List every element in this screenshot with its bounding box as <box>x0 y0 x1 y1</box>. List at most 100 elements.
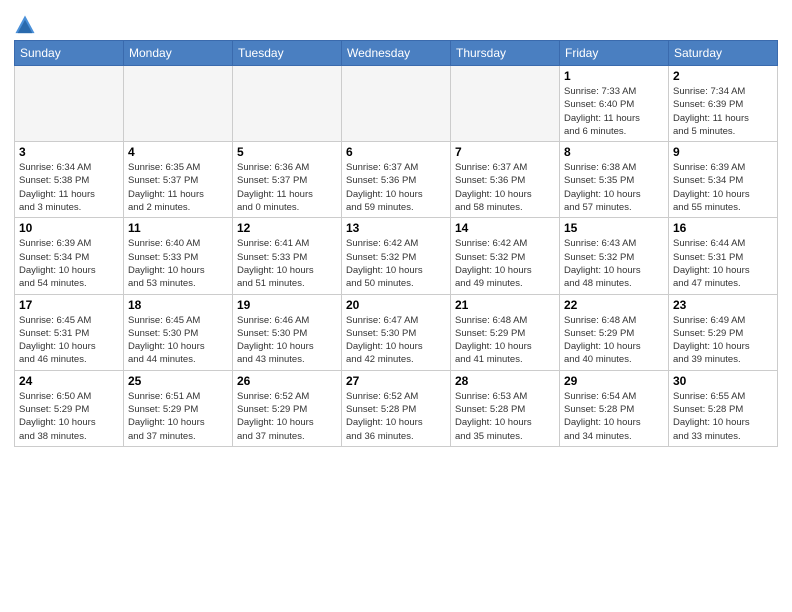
calendar-cell: 20 Sunrise: 6:47 AMSunset: 5:30 PMDayligh… <box>342 294 451 370</box>
day-info: Sunrise: 6:41 AMSunset: 5:33 PMDaylight:… <box>237 237 337 290</box>
calendar-cell: 30 Sunrise: 6:55 AMSunset: 5:28 PMDayligh… <box>669 370 778 446</box>
day-number: 6 <box>346 145 446 159</box>
day-number: 26 <box>237 374 337 388</box>
day-number: 8 <box>564 145 664 159</box>
day-info: Sunrise: 6:37 AMSunset: 5:36 PMDaylight:… <box>455 161 555 214</box>
week-row-2: 3 Sunrise: 6:34 AMSunset: 5:38 PMDaylight… <box>15 142 778 218</box>
calendar-cell: 23 Sunrise: 6:49 AMSunset: 5:29 PMDayligh… <box>669 294 778 370</box>
day-number: 15 <box>564 221 664 235</box>
day-info: Sunrise: 6:43 AMSunset: 5:32 PMDaylight:… <box>564 237 664 290</box>
day-info: Sunrise: 6:44 AMSunset: 5:31 PMDaylight:… <box>673 237 773 290</box>
day-number: 11 <box>128 221 228 235</box>
calendar-cell: 5 Sunrise: 6:36 AMSunset: 5:37 PMDaylight… <box>233 142 342 218</box>
day-info: Sunrise: 6:38 AMSunset: 5:35 PMDaylight:… <box>564 161 664 214</box>
day-info: Sunrise: 6:48 AMSunset: 5:29 PMDaylight:… <box>564 314 664 367</box>
day-info: Sunrise: 7:34 AMSunset: 6:39 PMDaylight:… <box>673 85 773 138</box>
day-number: 20 <box>346 298 446 312</box>
page: SundayMondayTuesdayWednesdayThursdayFrid… <box>0 0 792 455</box>
day-number: 17 <box>19 298 119 312</box>
day-number: 18 <box>128 298 228 312</box>
calendar-cell: 9 Sunrise: 6:39 AMSunset: 5:34 PMDaylight… <box>669 142 778 218</box>
day-number: 4 <box>128 145 228 159</box>
calendar-cell: 7 Sunrise: 6:37 AMSunset: 5:36 PMDaylight… <box>451 142 560 218</box>
weekday-header-saturday: Saturday <box>669 41 778 66</box>
calendar-cell: 24Sunrise: 6:50 AMSunset: 5:29 PMDayligh… <box>15 370 124 446</box>
week-row-4: 17 Sunrise: 6:45 AMSunset: 5:31 PMDayligh… <box>15 294 778 370</box>
calendar-cell <box>233 66 342 142</box>
day-number: 28 <box>455 374 555 388</box>
calendar-cell <box>15 66 124 142</box>
day-number: 5 <box>237 145 337 159</box>
calendar-cell <box>451 66 560 142</box>
weekday-header-tuesday: Tuesday <box>233 41 342 66</box>
calendar-cell: 16 Sunrise: 6:44 AMSunset: 5:31 PMDayligh… <box>669 218 778 294</box>
day-number: 3 <box>19 145 119 159</box>
calendar-cell: 21Sunrise: 6:48 AMSunset: 5:29 PMDayligh… <box>451 294 560 370</box>
day-info: Sunrise: 6:52 AMSunset: 5:28 PMDaylight:… <box>346 390 446 443</box>
day-number: 25 <box>128 374 228 388</box>
day-info: Sunrise: 6:55 AMSunset: 5:28 PMDaylight:… <box>673 390 773 443</box>
day-info: Sunrise: 6:47 AMSunset: 5:30 PMDaylight:… <box>346 314 446 367</box>
day-info: Sunrise: 6:42 AMSunset: 5:32 PMDaylight:… <box>455 237 555 290</box>
weekday-header-sunday: Sunday <box>15 41 124 66</box>
day-info: Sunrise: 6:53 AMSunset: 5:28 PMDaylight:… <box>455 390 555 443</box>
week-row-3: 10 Sunrise: 6:39 AMSunset: 5:34 PMDayligh… <box>15 218 778 294</box>
day-number: 12 <box>237 221 337 235</box>
calendar-cell: 3 Sunrise: 6:34 AMSunset: 5:38 PMDaylight… <box>15 142 124 218</box>
weekday-header-friday: Friday <box>560 41 669 66</box>
calendar-cell: 4 Sunrise: 6:35 AMSunset: 5:37 PMDaylight… <box>124 142 233 218</box>
day-info: Sunrise: 6:39 AMSunset: 5:34 PMDaylight:… <box>673 161 773 214</box>
logo <box>14 14 38 36</box>
day-info: Sunrise: 6:51 AMSunset: 5:29 PMDaylight:… <box>128 390 228 443</box>
day-info: Sunrise: 6:37 AMSunset: 5:36 PMDaylight:… <box>346 161 446 214</box>
calendar-cell: 26 Sunrise: 6:52 AMSunset: 5:29 PMDayligh… <box>233 370 342 446</box>
day-number: 29 <box>564 374 664 388</box>
day-info: Sunrise: 6:45 AMSunset: 5:30 PMDaylight:… <box>128 314 228 367</box>
calendar-cell: 25 Sunrise: 6:51 AMSunset: 5:29 PMDayligh… <box>124 370 233 446</box>
day-info: Sunrise: 6:40 AMSunset: 5:33 PMDaylight:… <box>128 237 228 290</box>
day-number: 16 <box>673 221 773 235</box>
day-info: Sunrise: 6:34 AMSunset: 5:38 PMDaylight:… <box>19 161 119 214</box>
calendar-cell: 29 Sunrise: 6:54 AMSunset: 5:28 PMDayligh… <box>560 370 669 446</box>
weekday-header-wednesday: Wednesday <box>342 41 451 66</box>
logo-icon <box>14 14 36 36</box>
calendar-cell: 6 Sunrise: 6:37 AMSunset: 5:36 PMDaylight… <box>342 142 451 218</box>
weekday-header-thursday: Thursday <box>451 41 560 66</box>
day-number: 2 <box>673 69 773 83</box>
calendar-cell: 10 Sunrise: 6:39 AMSunset: 5:34 PMDayligh… <box>15 218 124 294</box>
day-info: Sunrise: 6:49 AMSunset: 5:29 PMDaylight:… <box>673 314 773 367</box>
day-number: 9 <box>673 145 773 159</box>
day-info: Sunrise: 6:42 AMSunset: 5:32 PMDaylight:… <box>346 237 446 290</box>
day-number: 23 <box>673 298 773 312</box>
calendar-cell: 8 Sunrise: 6:38 AMSunset: 5:35 PMDaylight… <box>560 142 669 218</box>
day-number: 22 <box>564 298 664 312</box>
day-number: 14 <box>455 221 555 235</box>
calendar-cell: 27 Sunrise: 6:52 AMSunset: 5:28 PMDayligh… <box>342 370 451 446</box>
day-number: 27 <box>346 374 446 388</box>
day-info: Sunrise: 7:33 AMSunset: 6:40 PMDaylight:… <box>564 85 664 138</box>
week-row-1: 1Sunrise: 7:33 AMSunset: 6:40 PMDaylight… <box>15 66 778 142</box>
day-number: 24 <box>19 374 119 388</box>
calendar-cell: 11 Sunrise: 6:40 AMSunset: 5:33 PMDayligh… <box>124 218 233 294</box>
day-number: 30 <box>673 374 773 388</box>
calendar: SundayMondayTuesdayWednesdayThursdayFrid… <box>14 40 778 447</box>
day-info: Sunrise: 6:36 AMSunset: 5:37 PMDaylight:… <box>237 161 337 214</box>
day-info: Sunrise: 6:54 AMSunset: 5:28 PMDaylight:… <box>564 390 664 443</box>
day-info: Sunrise: 6:46 AMSunset: 5:30 PMDaylight:… <box>237 314 337 367</box>
calendar-cell <box>124 66 233 142</box>
calendar-cell: 2 Sunrise: 7:34 AMSunset: 6:39 PMDaylight… <box>669 66 778 142</box>
day-number: 10 <box>19 221 119 235</box>
day-number: 7 <box>455 145 555 159</box>
calendar-cell: 13 Sunrise: 6:42 AMSunset: 5:32 PMDayligh… <box>342 218 451 294</box>
day-number: 21 <box>455 298 555 312</box>
day-info: Sunrise: 6:35 AMSunset: 5:37 PMDaylight:… <box>128 161 228 214</box>
day-info: Sunrise: 6:45 AMSunset: 5:31 PMDaylight:… <box>19 314 119 367</box>
day-number: 13 <box>346 221 446 235</box>
day-number: 19 <box>237 298 337 312</box>
calendar-cell: 19 Sunrise: 6:46 AMSunset: 5:30 PMDayligh… <box>233 294 342 370</box>
calendar-cell: 12 Sunrise: 6:41 AMSunset: 5:33 PMDayligh… <box>233 218 342 294</box>
day-info: Sunrise: 6:39 AMSunset: 5:34 PMDaylight:… <box>19 237 119 290</box>
calendar-cell: 22 Sunrise: 6:48 AMSunset: 5:29 PMDayligh… <box>560 294 669 370</box>
day-info: Sunrise: 6:52 AMSunset: 5:29 PMDaylight:… <box>237 390 337 443</box>
week-row-5: 24Sunrise: 6:50 AMSunset: 5:29 PMDayligh… <box>15 370 778 446</box>
